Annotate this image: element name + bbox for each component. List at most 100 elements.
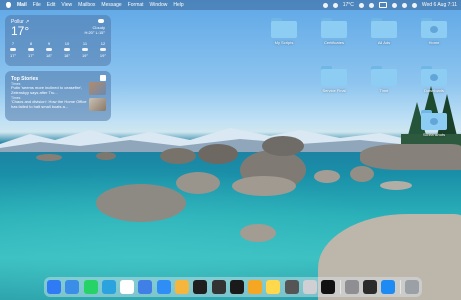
dock-whatsapp-icon[interactable] [83, 280, 98, 294]
forecast-temp: 19° [81, 53, 88, 58]
dock-safari-icon[interactable] [156, 280, 171, 294]
forecast-hour: 7 17° [10, 41, 16, 58]
folder-icon [371, 18, 397, 38]
dock-finder-icon[interactable] [47, 280, 61, 294]
menu-clock[interactable]: Wed 6 Aug 7:11 [422, 2, 457, 8]
cloud-icon [46, 48, 52, 51]
dock-apple-tv-icon[interactable] [229, 280, 244, 294]
dock-screenshot-icon[interactable] [302, 280, 317, 294]
boulder [232, 176, 296, 196]
forecast-time: 11 [82, 41, 88, 46]
folder-label: All Ads [377, 40, 391, 45]
folder-label: Home [428, 40, 440, 45]
folder-label: Service Final [322, 88, 346, 93]
dock-trash-icon[interactable] [404, 280, 419, 294]
forecast-time: 8 [29, 41, 33, 46]
boulder [380, 181, 412, 190]
news-thumbnail[interactable] [89, 98, 106, 111]
menu-view[interactable]: View [61, 2, 72, 8]
dock-photos-icon[interactable] [174, 280, 189, 294]
cloud-icon [10, 48, 17, 51]
dock [44, 277, 422, 297]
menu-window[interactable]: Window [150, 2, 168, 8]
dock-telegram-icon[interactable] [101, 280, 116, 294]
news-headline[interactable]: 'Chaos and division': How the Home Offic… [11, 99, 89, 109]
forecast-hour: 8 17° [28, 41, 34, 58]
folder-icon [321, 18, 347, 38]
hourly-forecast: 7 17° 8 17° 9 18° 10 18° 11 19° 12 19° [10, 41, 106, 58]
dock-notes-icon[interactable] [266, 280, 281, 294]
dock-settings-icon[interactable] [344, 280, 359, 294]
boulder [314, 170, 340, 183]
battery-icon[interactable] [378, 2, 387, 8]
forecast-time: 7 [11, 41, 15, 46]
app-menu[interactable]: Mail [17, 2, 27, 8]
dock-terminal-icon[interactable] [211, 280, 226, 294]
forecast-time: 10 [64, 41, 70, 46]
wifi-icon[interactable] [391, 2, 397, 8]
forecast-hour: 11 19° [82, 41, 88, 58]
dock-app-store-icon[interactable] [381, 280, 396, 294]
forecast-temp: 18° [45, 53, 53, 58]
boulder [350, 166, 374, 182]
menu-message[interactable]: Message [101, 2, 121, 8]
folder-icon [421, 110, 447, 130]
dock-calendar-icon[interactable] [120, 280, 135, 294]
desktop-folder-all-ads[interactable]: All Ads [364, 18, 404, 52]
folder-icon [371, 66, 397, 86]
news-thumbnail[interactable] [89, 82, 106, 95]
desktop-folder-certificates[interactable]: Certificates [314, 18, 354, 52]
menu-file[interactable]: File [33, 2, 41, 8]
news-headline[interactable]: Putin 'seems more inclined to ceasefire'… [11, 85, 89, 95]
menu-edit[interactable]: Edit [47, 2, 56, 8]
dock-activity-monitor-icon[interactable] [363, 280, 378, 294]
boulder [176, 172, 220, 194]
weather-status[interactable]: 17°C [343, 2, 354, 8]
menu-help[interactable]: Help [173, 2, 183, 8]
status-app-icon[interactable] [332, 2, 338, 8]
desktop-folder-screenshots[interactable]: Screenshots [414, 110, 454, 144]
boulder [198, 144, 238, 164]
weather-high-low: H:20° L:15° [84, 30, 105, 35]
folder-label: Screenshots [422, 132, 446, 137]
desktop-folder-service-final[interactable]: Service Final [314, 66, 354, 100]
boulder [262, 136, 304, 156]
status-app-icon[interactable] [368, 2, 374, 8]
boulder [36, 154, 62, 161]
control-center-icon[interactable] [411, 2, 417, 8]
news-widget[interactable]: Top Stories Times Putin 'seems more incl… [5, 71, 111, 121]
dock-pages-icon[interactable] [248, 280, 263, 294]
desktop-folder-my-scripts[interactable]: My Scripts [264, 18, 304, 52]
forecast-time: 12 [100, 41, 106, 46]
cloud-icon [63, 48, 70, 51]
folder-label: Certificates [323, 40, 344, 45]
boulder [360, 144, 461, 170]
dock-chrome-icon[interactable] [193, 280, 208, 294]
desktop-folder-downloads[interactable]: Downloads [414, 66, 454, 100]
downloads-folder-icon [421, 66, 447, 86]
dock-chatgpt-icon[interactable] [321, 280, 336, 294]
forecast-time: 9 [47, 41, 51, 46]
forecast-hour: 10 18° [64, 41, 70, 58]
status-app-icon[interactable] [358, 2, 364, 8]
menu-mailbox[interactable]: Mailbox [78, 2, 95, 8]
dock-calculator-icon[interactable] [284, 280, 299, 294]
boulder [240, 224, 276, 242]
weather-widget[interactable]: Pollur ↗ 17° Cloudy H:20° L:15° 7 17° 8 … [5, 15, 111, 66]
search-icon[interactable] [401, 2, 407, 8]
cloud-icon [28, 48, 35, 51]
dock-separator [339, 280, 341, 294]
boulder [96, 184, 186, 222]
folder-icon [271, 18, 297, 38]
cloud-icon [81, 48, 88, 51]
forecast-temp: 17° [27, 53, 35, 58]
status-app-icon[interactable] [322, 2, 328, 8]
dock-mail-icon[interactable] [138, 280, 153, 294]
desktop-folder-home[interactable]: Home [414, 18, 454, 52]
menu-format[interactable]: Format [128, 2, 144, 8]
dock-launchpad-icon[interactable] [65, 280, 80, 294]
weather-temperature: 17° [11, 24, 30, 38]
desktop-folder-time[interactable]: Time [364, 66, 404, 100]
apple-menu-icon[interactable] [6, 2, 11, 8]
boulder [160, 148, 196, 164]
